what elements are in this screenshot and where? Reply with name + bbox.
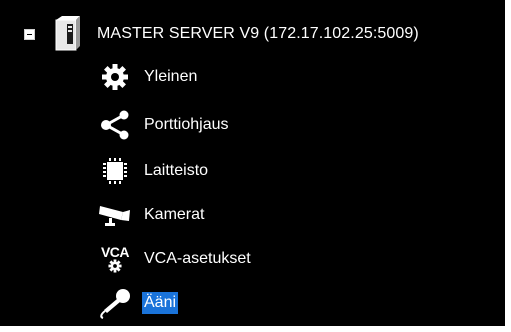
tree-item-label: Yleinen: [144, 68, 198, 85]
gear-icon: [96, 60, 134, 94]
settings-tree: MASTER SERVER V9 (172.17.102.25:5009) Yl…: [0, 0, 511, 332]
microphone-icon: [96, 286, 134, 320]
tree-item-label: Porttiohjaus: [144, 116, 229, 133]
server-icon: [53, 16, 83, 52]
camera-icon: [96, 198, 134, 232]
tree-root-label: MASTER SERVER V9 (172.17.102.25:5009): [97, 25, 419, 42]
share-icon: [96, 108, 134, 142]
tree-item-aani[interactable]: Ääni: [96, 286, 179, 320]
tree-item-porttiohjaus[interactable]: Porttiohjaus: [96, 108, 231, 142]
tree-item-vca-asetukset[interactable]: VCA VCA-asetukset: [96, 242, 253, 276]
tree-root-node[interactable]: MASTER SERVER V9 (172.17.102.25:5009): [24, 14, 419, 54]
vca-settings-icon: VCA: [96, 242, 134, 276]
tree-item-label: Laitteisto: [144, 162, 209, 179]
tree-item-yleinen[interactable]: Yleinen: [96, 60, 199, 94]
chip-icon: [96, 154, 134, 188]
tree-item-label: Kamerat: [144, 206, 205, 223]
tree-item-laitteisto[interactable]: Laitteisto: [96, 154, 210, 188]
tree-item-label: VCA-asetukset: [144, 250, 251, 267]
tree-item-label: Ääni: [142, 292, 179, 314]
tree-item-kamerat[interactable]: Kamerat: [96, 198, 206, 232]
collapse-toggle[interactable]: [24, 28, 35, 40]
